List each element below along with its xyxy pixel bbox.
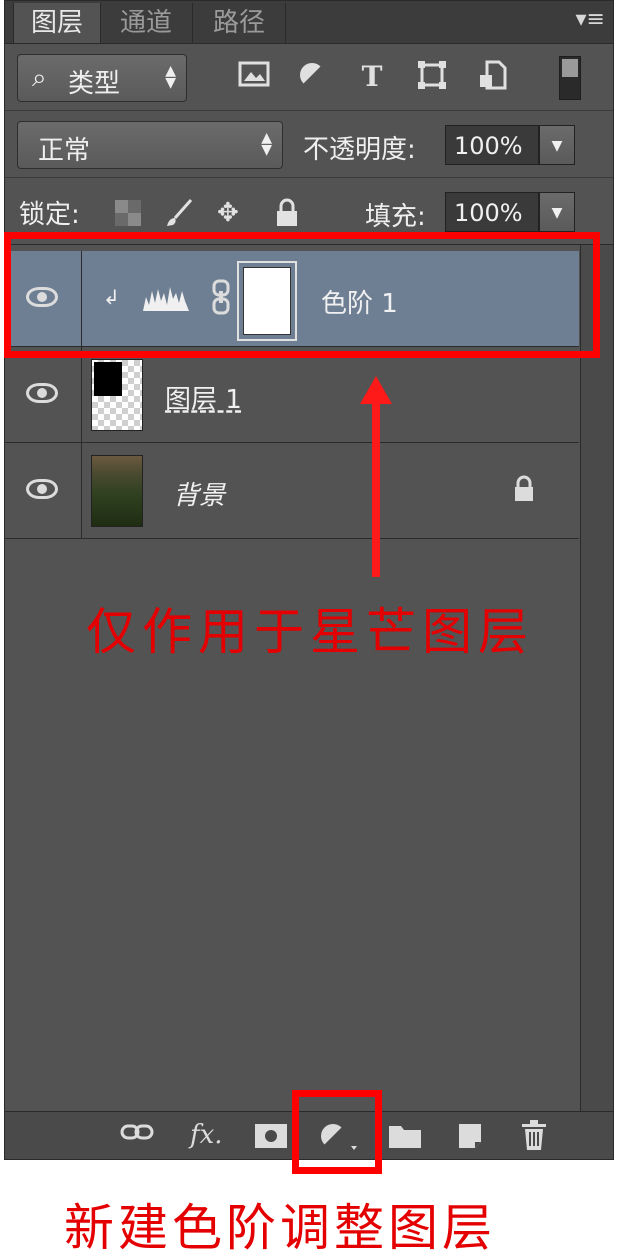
new-group-folder-icon[interactable] xyxy=(389,1122,421,1155)
filter-row: ⌕ 类型 ▲ ▼ T xyxy=(5,44,613,111)
updown-arrows-icon: ▲ ▼ xyxy=(261,130,272,158)
eye-icon xyxy=(26,383,58,403)
layer-style-fx-icon[interactable]: fx. xyxy=(190,1120,223,1150)
lock-position-icon[interactable]: ✥ xyxy=(217,198,239,228)
visibility-toggle[interactable] xyxy=(5,347,82,442)
visibility-toggle[interactable] xyxy=(5,443,82,538)
filter-kind-select[interactable]: ⌕ 类型 ▲ ▼ xyxy=(17,54,187,102)
opacity-dropdown-button[interactable]: ▼ xyxy=(539,125,575,165)
type-filter-icon[interactable]: T xyxy=(355,60,389,94)
layer-name: 背景 xyxy=(173,481,226,511)
filter-kind-label: 类型 xyxy=(68,69,121,99)
tab-paths[interactable]: 路径 xyxy=(193,3,286,43)
layer-thumbnail[interactable] xyxy=(91,359,143,431)
lock-all-icon[interactable] xyxy=(275,198,299,235)
filter-toggle-switch[interactable] xyxy=(559,56,581,100)
fill-dropdown-button[interactable]: ▼ xyxy=(539,192,575,232)
blend-mode-label: 正常 xyxy=(38,136,91,166)
eye-icon xyxy=(26,479,58,499)
opacity-label: 不透明度: xyxy=(303,135,416,165)
fill-label: 填充: xyxy=(365,202,426,232)
smart-object-filter-icon[interactable] xyxy=(475,60,509,94)
add-mask-icon[interactable] xyxy=(255,1124,287,1155)
layers-panel: 图层 通道 路径 ▾≡ ⌕ 类型 ▲ ▼ T 正常 ▲ ▼ 不透明度: 100%… xyxy=(4,0,614,1160)
scrollbar[interactable] xyxy=(580,245,613,1111)
blend-mode-select[interactable]: 正常 ▲ ▼ xyxy=(17,121,283,169)
layer-row-background[interactable]: 背景 xyxy=(5,443,579,539)
highlight-selected-layer-box xyxy=(4,232,600,358)
image-filter-icon[interactable] xyxy=(237,60,271,94)
layer-list: ↲ 色阶 1 图层 1 背景 xyxy=(5,245,579,1111)
delete-layer-trash-icon[interactable] xyxy=(520,1120,548,1157)
blend-row: 正常 ▲ ▼ 不透明度: 100% ▼ xyxy=(5,111,613,178)
lock-icon xyxy=(513,475,535,507)
lock-transparent-pixels-icon[interactable] xyxy=(115,200,141,233)
layer-thumbnail[interactable] xyxy=(91,455,143,527)
link-layers-icon[interactable] xyxy=(120,1120,154,1150)
arrow-shaft xyxy=(372,392,380,577)
shape-filter-icon[interactable] xyxy=(415,60,449,94)
tab-channels[interactable]: 通道 xyxy=(100,3,193,43)
opacity-input[interactable]: 100% xyxy=(445,125,539,165)
updown-arrows-icon: ▲ ▼ xyxy=(165,63,176,91)
annotation-clip-caption: 仅作用于星芒图层 xyxy=(86,603,534,661)
fill-input[interactable]: 100% xyxy=(445,192,539,232)
panel-menu-icon[interactable]: ▾≡ xyxy=(576,7,605,32)
lock-image-pixels-icon[interactable] xyxy=(163,198,195,235)
tab-bar: 图层 通道 路径 ▾≡ xyxy=(5,1,613,44)
layer-name: 图层 1 xyxy=(165,385,242,415)
layer-row-layer1[interactable]: 图层 1 xyxy=(5,347,579,443)
annotation-new-levels-caption: 新建色阶调整图层 xyxy=(64,1199,496,1257)
lock-label: 锁定: xyxy=(19,200,80,230)
search-icon: ⌕ xyxy=(32,63,47,93)
highlight-adjustment-button-box xyxy=(292,1090,382,1174)
tab-layers[interactable]: 图层 xyxy=(13,3,101,43)
adjustment-filter-icon[interactable] xyxy=(295,60,329,94)
new-layer-icon[interactable] xyxy=(457,1122,483,1157)
